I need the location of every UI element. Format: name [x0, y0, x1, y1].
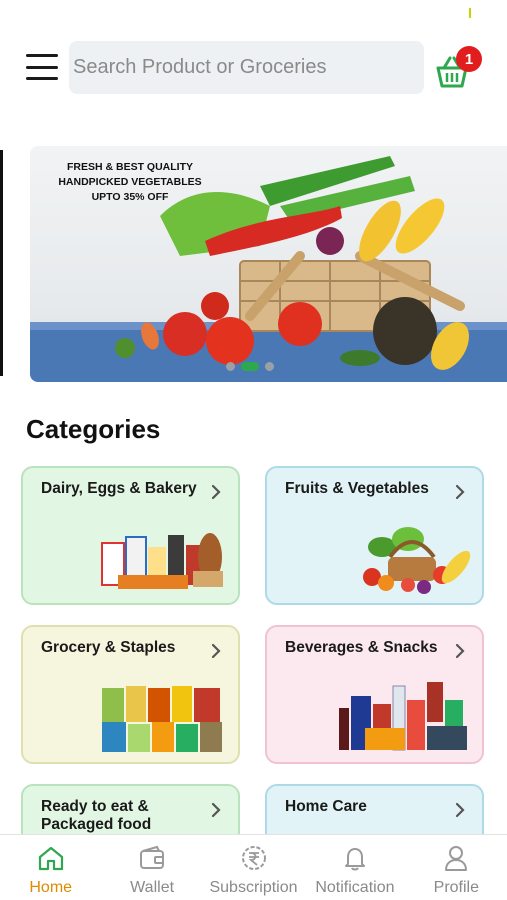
chevron-right-icon: [211, 484, 221, 500]
nav-label: Notification: [315, 879, 395, 896]
category-card-beverages[interactable]: Beverages & Snacks: [265, 625, 484, 764]
nav-label: Profile: [433, 879, 479, 896]
status-indicator: [469, 8, 471, 18]
nav-subscription[interactable]: Subscription: [203, 835, 304, 900]
beverages-snacks-image: [339, 682, 467, 751]
banner-line-3: UPTO 35% OFF: [91, 191, 169, 203]
fruit-basket-image: [363, 527, 471, 594]
category-label: Beverages & Snacks: [285, 639, 438, 656]
nav-profile[interactable]: Profile: [406, 835, 507, 900]
category-card-grocery[interactable]: Grocery & Staples: [21, 625, 240, 764]
search-bar[interactable]: [69, 41, 424, 94]
nav-label: Subscription: [209, 879, 298, 896]
dairy-products-image: [101, 533, 223, 589]
rupee-icon: [241, 846, 266, 870]
user-icon: [445, 846, 468, 871]
banner-caption: FRESH & BEST QUALITY HANDPICKED VEGETABL…: [50, 160, 210, 205]
nav-label: Home: [29, 879, 73, 896]
category-label: Grocery & Staples: [41, 639, 176, 656]
carousel-dot-2[interactable]: [241, 362, 259, 371]
carousel-dot-1[interactable]: [226, 362, 235, 371]
grocery-packs-image: [102, 686, 222, 752]
chevron-right-icon: [211, 643, 221, 659]
chevron-right-icon: [455, 802, 465, 818]
bottom-navigation: Home Wallet Subscription Notification Pr…: [0, 834, 507, 900]
nav-notification[interactable]: Notification: [304, 835, 405, 900]
nav-home[interactable]: Home: [0, 835, 101, 900]
home-icon: [38, 846, 63, 871]
category-label: Dairy, Eggs & Bakery: [41, 480, 197, 497]
cart-count-badge: 1: [456, 46, 482, 72]
nav-label: Wallet: [130, 879, 175, 896]
categories-title: Categories: [26, 414, 161, 444]
category-label: Home Care: [285, 798, 367, 815]
banner-line-1: FRESH & BEST QUALITY: [66, 161, 193, 173]
category-label: Fruits & Vegetables: [285, 480, 429, 497]
category-card-dairy[interactable]: Dairy, Eggs & Bakery: [21, 466, 240, 605]
carousel-dot-3[interactable]: [265, 362, 274, 371]
chevron-right-icon: [211, 802, 221, 818]
category-card-fruits[interactable]: Fruits & Vegetables: [265, 466, 484, 605]
wallet-icon: [140, 845, 165, 869]
banner-line-2: HANDPICKED VEGETABLES: [58, 176, 202, 188]
category-label: Ready to eat & Packaged food: [41, 798, 152, 833]
hamburger-menu-icon[interactable]: [26, 54, 58, 80]
promo-banner[interactable]: FRESH & BEST QUALITY HANDPICKED VEGETABL…: [30, 146, 507, 382]
chevron-right-icon: [455, 484, 465, 500]
top-header: 1: [0, 40, 507, 96]
search-input[interactable]: [73, 56, 424, 79]
cart-button[interactable]: 1: [432, 46, 486, 94]
previous-banner-edge: [0, 150, 3, 376]
nav-wallet[interactable]: Wallet: [101, 835, 202, 900]
carousel-dots: [226, 362, 274, 371]
chevron-right-icon: [455, 643, 465, 659]
bell-icon: [344, 848, 365, 871]
